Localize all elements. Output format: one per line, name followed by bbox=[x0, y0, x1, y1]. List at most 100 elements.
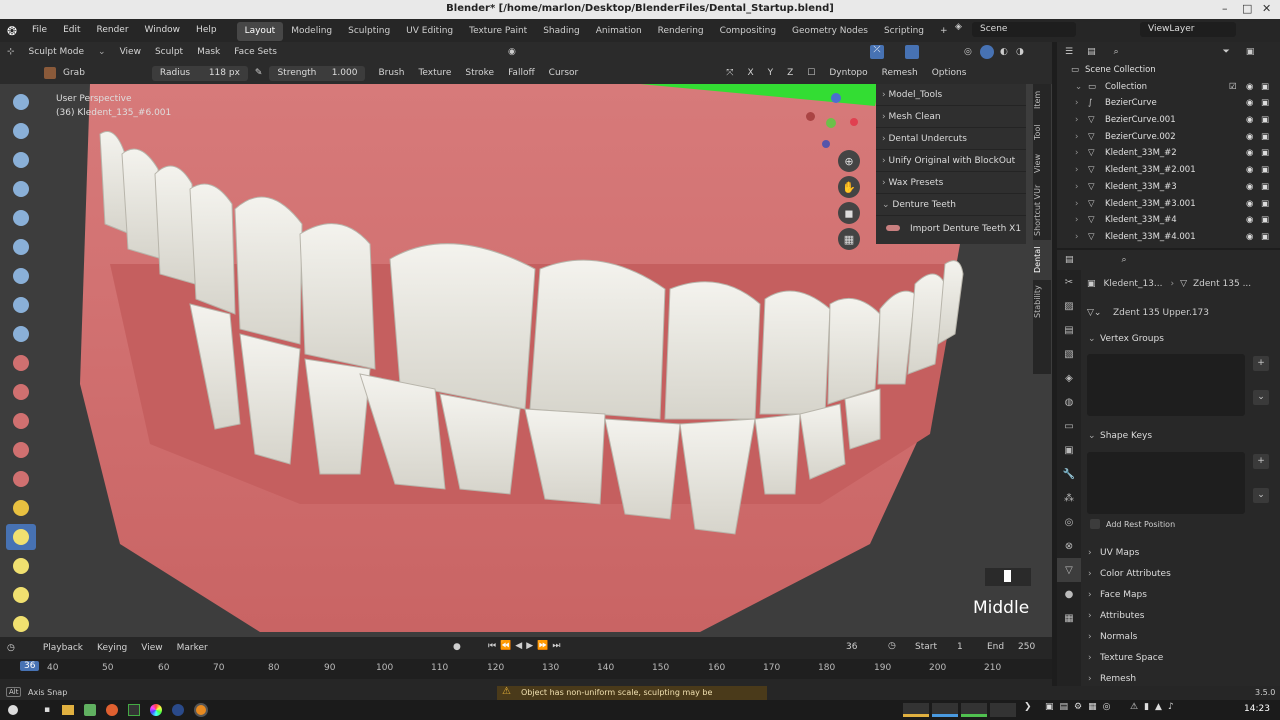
menu-cursor[interactable]: Cursor bbox=[542, 68, 586, 78]
section-texture-space[interactable]: › Texture Space bbox=[1085, 648, 1277, 669]
menu-marker[interactable]: Marker bbox=[170, 643, 215, 653]
network-volume-icons[interactable]: ⚠▮▲♪ bbox=[1130, 702, 1180, 712]
section-vertex-groups[interactable]: ⌄ Vertex Groups bbox=[1085, 329, 1277, 350]
panel-dental-undercuts[interactable]: › Dental Undercuts bbox=[876, 128, 1026, 150]
tab-stability[interactable]: Stability bbox=[1033, 280, 1051, 324]
section-shape-keys[interactable]: ⌄ Shape Keys bbox=[1085, 426, 1277, 447]
camera-icon[interactable]: ▣ bbox=[1261, 212, 1269, 229]
software-center-icon[interactable] bbox=[84, 704, 97, 716]
blender-active-icon[interactable] bbox=[194, 703, 209, 717]
panel-denture-teeth[interactable]: ⌄ Denture Teeth bbox=[876, 194, 1026, 216]
tool-fill[interactable] bbox=[6, 408, 36, 434]
y-axis-icon[interactable] bbox=[826, 118, 836, 128]
tool-tab-icon[interactable]: ✂ bbox=[1057, 270, 1081, 294]
menu-timeline-view[interactable]: View bbox=[134, 643, 169, 653]
menu-mask[interactable]: Mask bbox=[190, 47, 227, 57]
texture-tab-icon[interactable]: ▦ bbox=[1057, 606, 1081, 630]
menu-edit[interactable]: Edit bbox=[55, 19, 88, 42]
tab-texture-paint[interactable]: Texture Paint bbox=[461, 22, 535, 41]
section-color-attributes[interactable]: › Color Attributes bbox=[1085, 564, 1277, 585]
menu-window[interactable]: Window bbox=[137, 19, 189, 42]
tool-flatten[interactable] bbox=[6, 379, 36, 405]
z-axis-icon[interactable] bbox=[831, 93, 841, 103]
import-denture-teeth-button[interactable]: Import Denture Teeth X1 bbox=[876, 216, 1026, 242]
tool-elastic[interactable] bbox=[6, 553, 36, 579]
vertex-groups-list[interactable] bbox=[1087, 354, 1245, 416]
menu-render[interactable]: Render bbox=[89, 19, 137, 42]
tab-sculpting[interactable]: Sculpting bbox=[340, 22, 398, 41]
vertex-group-menu-button[interactable]: ⌄ bbox=[1253, 390, 1269, 405]
add-shape-key-button[interactable]: + bbox=[1253, 454, 1269, 469]
tool-multiplane-scrape[interactable] bbox=[6, 466, 36, 492]
camera-icon[interactable]: ▣ bbox=[1261, 79, 1269, 96]
zoom-icon[interactable]: ⊕ bbox=[838, 150, 860, 172]
output-tab-icon[interactable]: ▤ bbox=[1057, 318, 1081, 342]
terminal-icon[interactable] bbox=[128, 704, 141, 716]
physics-tab-icon[interactable]: ◎ bbox=[1057, 510, 1081, 534]
panel-wax-presets[interactable]: › Wax Presets bbox=[876, 172, 1026, 194]
section-uv-maps[interactable]: › UV Maps bbox=[1085, 543, 1277, 564]
rendered-shading-icon[interactable]: ◑ bbox=[1016, 47, 1024, 57]
show-desktop-icon[interactable]: ▪ bbox=[44, 705, 50, 715]
material-shading-icon[interactable]: ◐ bbox=[1000, 47, 1008, 57]
timeline-editor-type-icon[interactable]: ◷ bbox=[0, 643, 22, 653]
camera-icon[interactable]: ▣ bbox=[1261, 162, 1269, 179]
options-menu[interactable]: Options bbox=[925, 68, 974, 78]
tab-uv-editing[interactable]: UV Editing bbox=[398, 22, 461, 41]
solid-shading-icon[interactable] bbox=[980, 45, 994, 59]
viewlayer-selector[interactable]: ViewLayer bbox=[1140, 22, 1236, 37]
panel-mesh-clean[interactable]: › Mesh Clean bbox=[876, 106, 1026, 128]
object-tab-icon[interactable]: ▣ bbox=[1057, 438, 1081, 462]
playhead-frame[interactable]: 36 bbox=[20, 661, 40, 671]
section-attributes[interactable]: › Attributes bbox=[1085, 606, 1277, 627]
menu-playback[interactable]: Playback bbox=[36, 643, 90, 653]
gizmo-toggle-icon[interactable]: ⤫ bbox=[870, 45, 884, 59]
new-collection-icon[interactable]: ▣ bbox=[1246, 47, 1255, 57]
properties-editor-icon[interactable]: ▤ bbox=[1065, 255, 1074, 265]
mode-selector[interactable]: Sculpt Mode bbox=[22, 47, 92, 57]
render-tab-icon[interactable]: ▨ bbox=[1057, 294, 1081, 318]
tool-draw[interactable] bbox=[6, 89, 36, 115]
camera-icon[interactable]: ▣ bbox=[1261, 229, 1269, 246]
tool-draw-sharp[interactable] bbox=[6, 118, 36, 144]
tab-view[interactable]: View bbox=[1033, 148, 1051, 180]
tab-shading[interactable]: Shading bbox=[535, 22, 588, 41]
tool-snake-hook[interactable] bbox=[6, 582, 36, 608]
symmetry-icon[interactable]: ⤧ bbox=[719, 68, 740, 78]
tool-grab[interactable] bbox=[6, 524, 36, 550]
breadcrumb-mesh[interactable]: Zdent 135 ... bbox=[1193, 279, 1251, 289]
constraints-tab-icon[interactable]: ⊗ bbox=[1057, 534, 1081, 558]
tray-app-icon[interactable]: ❯ bbox=[1024, 702, 1032, 712]
add-rest-position-checkbox[interactable] bbox=[1090, 519, 1100, 529]
record-icon[interactable]: ● bbox=[453, 642, 461, 652]
add-rest-position-row[interactable]: Add Rest Position bbox=[1090, 519, 1175, 529]
tab-compositing[interactable]: Compositing bbox=[712, 22, 784, 41]
x-axis-icon[interactable] bbox=[850, 118, 858, 126]
tool-clay-strips[interactable] bbox=[6, 176, 36, 202]
remesh-menu[interactable]: Remesh bbox=[875, 68, 925, 78]
menu-file[interactable]: File bbox=[24, 19, 55, 42]
axis-y[interactable]: Y bbox=[761, 68, 781, 78]
file-manager-icon[interactable] bbox=[62, 705, 75, 715]
checkbox-icon[interactable]: ☑ bbox=[1229, 79, 1237, 96]
tool-layer[interactable] bbox=[6, 234, 36, 260]
outliner-item[interactable]: › ▽ Kledent_33M_#4 ◉ ▣ bbox=[1057, 212, 1280, 229]
wireframe-shading-icon[interactable]: ◎ bbox=[964, 47, 972, 57]
current-frame-field[interactable]: 36 bbox=[846, 642, 857, 652]
tab-layout[interactable]: Layout bbox=[236, 22, 284, 41]
strength-field[interactable]: Strength 1.000 bbox=[269, 65, 366, 81]
add-workspace-icon[interactable]: + bbox=[932, 22, 956, 41]
firefox-icon[interactable] bbox=[106, 704, 119, 716]
eye-icon[interactable]: ◉ bbox=[1246, 145, 1253, 162]
shape-keys-list[interactable] bbox=[1087, 452, 1245, 514]
eye-icon[interactable]: ◉ bbox=[1246, 112, 1253, 129]
camera-icon[interactable]: ▣ bbox=[1261, 179, 1269, 196]
dyntopo-checkbox[interactable]: ☐ bbox=[800, 68, 822, 78]
tab-modeling[interactable]: Modeling bbox=[283, 22, 340, 41]
eye-icon[interactable]: ◉ bbox=[1246, 179, 1253, 196]
add-vertex-group-button[interactable]: + bbox=[1253, 356, 1269, 371]
playback-controls[interactable]: ⏮⏪◀▶⏩⏭ bbox=[488, 641, 564, 651]
minimize-icon[interactable]: – bbox=[1222, 2, 1228, 15]
pivot-icon[interactable]: ◉ bbox=[508, 47, 516, 57]
tool-smooth[interactable] bbox=[6, 350, 36, 376]
